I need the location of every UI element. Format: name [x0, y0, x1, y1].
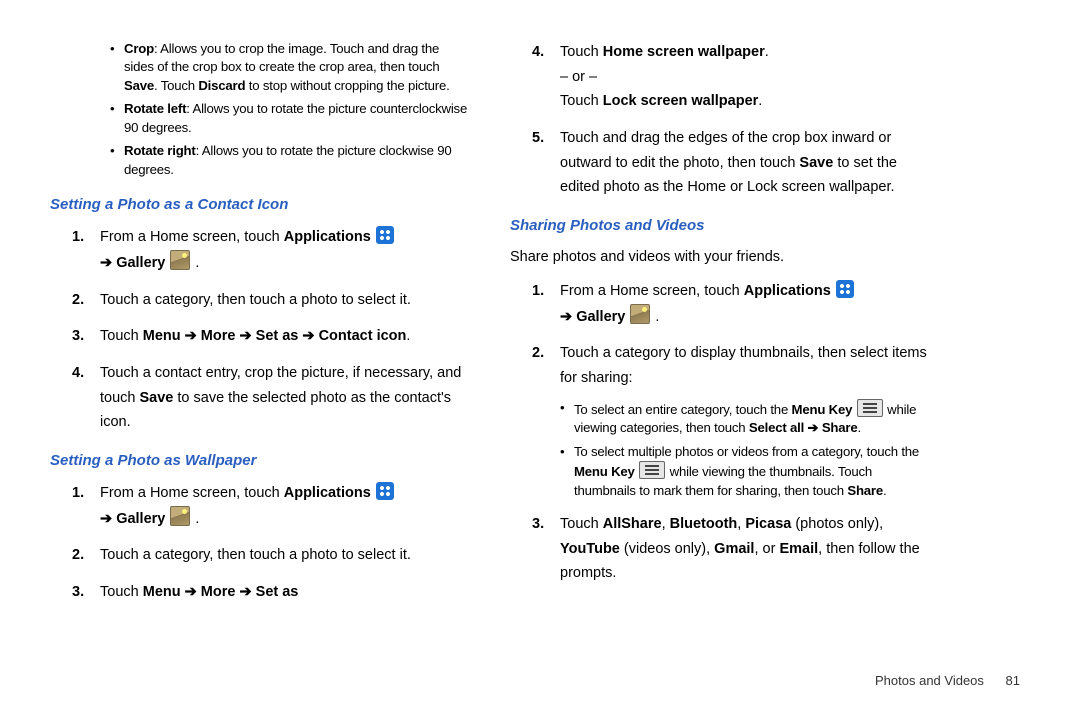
section-name: Photos and Videos — [875, 673, 984, 688]
page-columns: Crop: Allows you to crop the image. Touc… — [50, 40, 930, 616]
list-item: To select an entire category, touch the … — [560, 399, 930, 438]
steps-contact-icon: From a Home screen, touch Applications ➔… — [72, 225, 470, 434]
list-item-crop: Crop: Allows you to crop the image. Touc… — [110, 40, 470, 95]
steps-wallpaper-cont: Touch Home screen wallpaper. – or – Touc… — [532, 40, 930, 200]
heading-wallpaper: Setting a Photo as Wallpaper — [50, 449, 470, 473]
gallery-icon — [170, 250, 190, 270]
menu-key-icon — [639, 461, 665, 479]
page-footer: Photos and Videos 81 — [875, 671, 1020, 692]
step: Touch a contact entry, crop the picture,… — [72, 361, 470, 435]
step: From a Home screen, touch Applications ➔… — [72, 481, 470, 531]
step: Touch a category, then touch a photo to … — [72, 543, 470, 568]
sharing-sublist: To select an entire category, touch the … — [560, 399, 930, 500]
step: Touch AllShare, Bluetooth, Picasa (photo… — [532, 512, 930, 586]
step: Touch a category, then touch a photo to … — [72, 288, 470, 313]
gallery-icon — [630, 304, 650, 324]
applications-icon — [376, 226, 394, 244]
list-item-rotate-right: Rotate right: Allows you to rotate the p… — [110, 142, 470, 179]
step: Touch Menu ➔ More ➔ Set as — [72, 580, 470, 605]
step: Touch Home screen wallpaper. – or – Touc… — [532, 40, 930, 114]
steps-wallpaper: From a Home screen, touch Applications ➔… — [72, 481, 470, 605]
step: From a Home screen, touch Applications ➔… — [532, 279, 930, 329]
step: Touch and drag the edges of the crop box… — [532, 126, 930, 200]
right-column: Touch Home screen wallpaper. – or – Touc… — [510, 40, 930, 616]
heading-sharing: Sharing Photos and Videos — [510, 214, 930, 238]
list-item-rotate-left: Rotate left: Allows you to rotate the pi… — [110, 100, 470, 137]
page-number: 81 — [1006, 673, 1020, 688]
sharing-intro: Share photos and videos with your friend… — [510, 246, 930, 269]
gallery-icon — [170, 506, 190, 526]
menu-key-icon — [857, 399, 883, 417]
left-column: Crop: Allows you to crop the image. Touc… — [50, 40, 470, 616]
step: Touch a category to display thumbnails, … — [532, 341, 930, 500]
steps-sharing: From a Home screen, touch Applications ➔… — [532, 279, 930, 586]
heading-contact-icon: Setting a Photo as a Contact Icon — [50, 193, 470, 217]
step: From a Home screen, touch Applications ➔… — [72, 225, 470, 275]
step: Touch Menu ➔ More ➔ Set as ➔ Contact ico… — [72, 324, 470, 349]
applications-icon — [376, 482, 394, 500]
list-item: To select multiple photos or videos from… — [560, 443, 930, 500]
applications-icon — [836, 280, 854, 298]
crop-rotate-list: Crop: Allows you to crop the image. Touc… — [110, 40, 470, 179]
